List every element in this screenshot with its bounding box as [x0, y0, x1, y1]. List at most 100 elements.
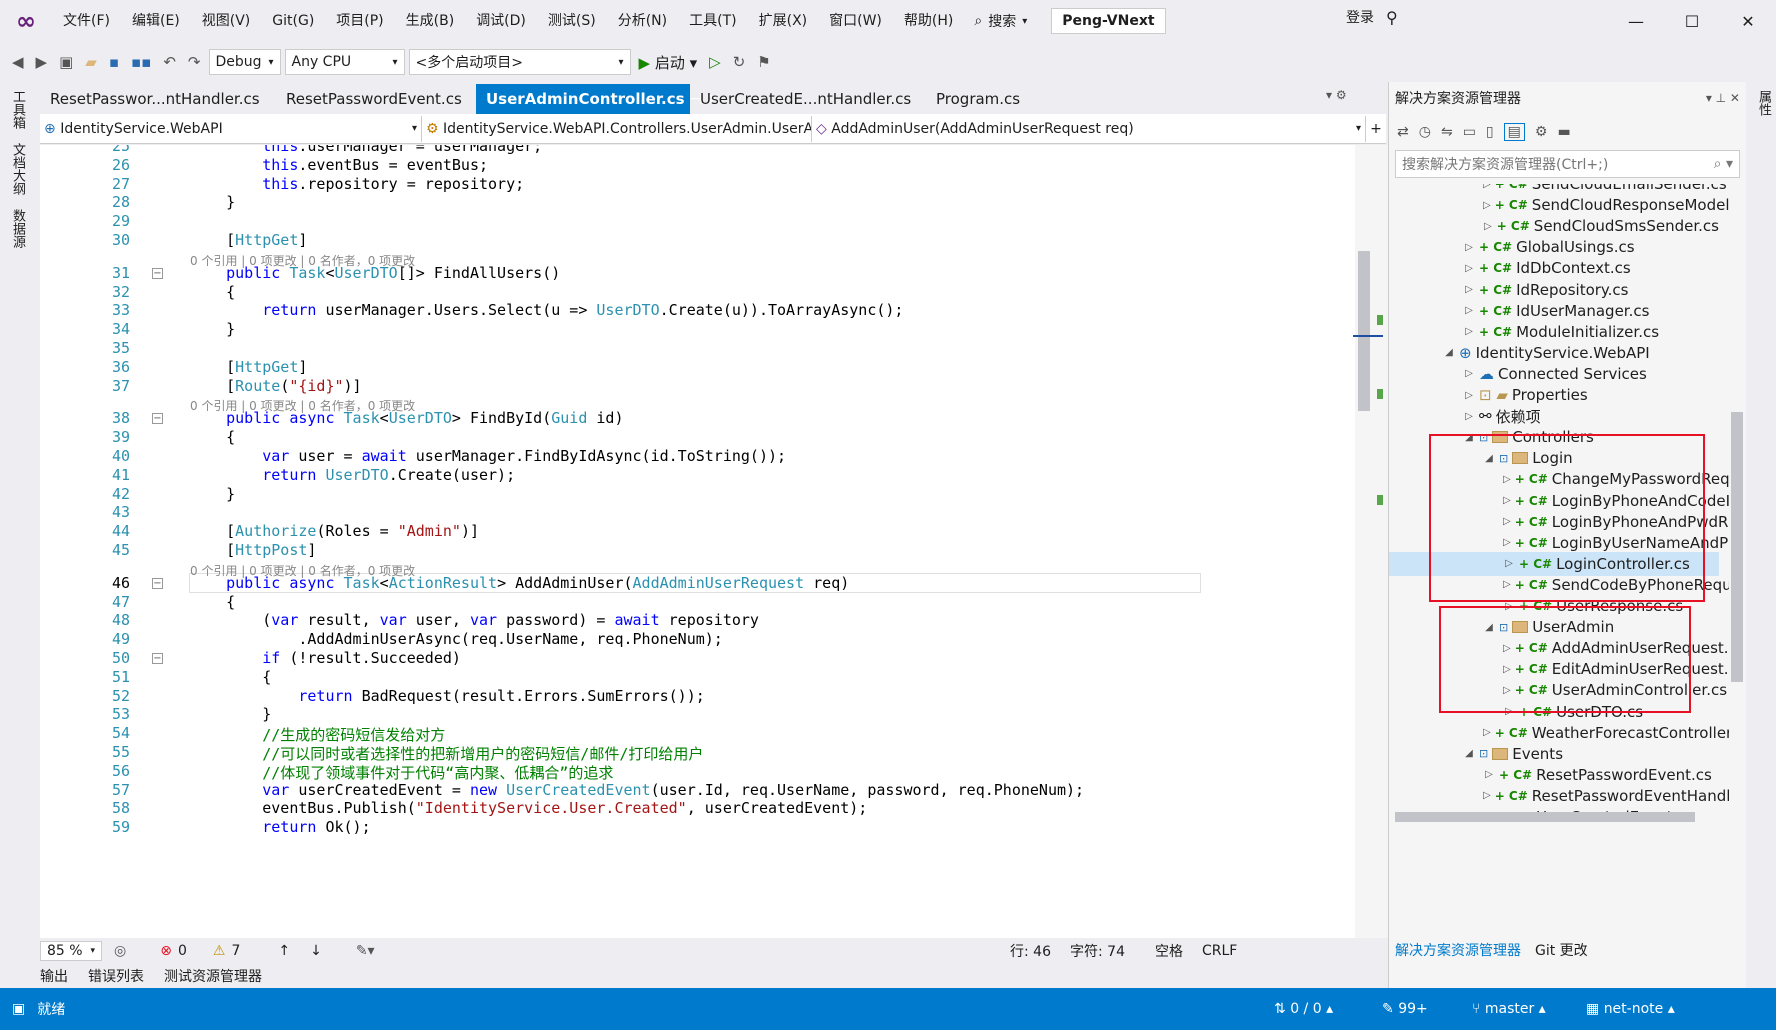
back-forward-icon[interactable]: ⇄: [1397, 124, 1409, 140]
menu-item[interactable]: 帮助(H): [893, 0, 964, 42]
code-line[interactable]: {: [190, 593, 235, 611]
document-tab[interactable]: UserAdminController.cs ⊣ ✕: [476, 84, 720, 114]
code-cleanup-icon[interactable]: ✎▾: [356, 943, 375, 959]
codelens-info[interactable]: 0 个引用 | 0 项更改 | 0 名作者，0 项更改: [190, 252, 415, 269]
error-icon[interactable]: ⊗: [160, 943, 172, 959]
tree-hscrollbar-thumb[interactable]: [1395, 812, 1695, 822]
document-tab[interactable]: UserCreatedE...ntHandler.cs: [690, 84, 926, 114]
expand-toggle-icon[interactable]: ▷: [1483, 200, 1491, 211]
project-dropdown[interactable]: ⊕ IdentityService.WebAPI ▾: [40, 115, 422, 142]
bottom-tool-tab[interactable]: 输出: [40, 966, 68, 986]
code-line[interactable]: [Authorize(Roles = "Admin")]: [190, 522, 479, 540]
expand-toggle-icon[interactable]: ▷: [1483, 790, 1491, 801]
document-tab[interactable]: ResetPasswordEvent.cs: [276, 84, 476, 114]
configuration-select[interactable]: Debug ▾: [208, 49, 281, 75]
code-line[interactable]: (var result, var user, var password) = a…: [190, 611, 759, 629]
code-line[interactable]: {: [190, 283, 235, 301]
menu-item[interactable]: 项目(P): [325, 0, 394, 42]
next-issue-icon[interactable]: ↓: [310, 943, 322, 959]
show-all-files-icon[interactable]: ▯: [1486, 124, 1494, 140]
forward-icon[interactable]: ▶: [32, 53, 52, 71]
code-line[interactable]: }: [190, 485, 235, 503]
fold-toggle-icon[interactable]: −: [152, 653, 163, 664]
code-line[interactable]: eventBus.Publish("IdentityService.User.C…: [190, 799, 867, 817]
pane-controls-icon[interactable]: ▾ ⊥ ✕: [1706, 91, 1740, 105]
startup-project-select[interactable]: <多个启动项目> ▾: [408, 49, 631, 75]
code-line[interactable]: this.userManager = userManager;: [190, 145, 542, 155]
login-link[interactable]: 登录: [1346, 0, 1374, 36]
code-line[interactable]: {: [190, 428, 235, 446]
expand-toggle-icon[interactable]: ▷: [1463, 305, 1475, 316]
expand-toggle-icon[interactable]: ▷: [1483, 727, 1491, 738]
search-button[interactable]: ⌕ 搜索 ▾: [964, 11, 1037, 31]
code-line[interactable]: .AddAdminUserAsync(req.UserName, req.Pho…: [190, 630, 722, 648]
left-tool-tab[interactable]: 数据源: [8, 209, 27, 248]
maximize-button[interactable]: ☐: [1664, 12, 1720, 31]
code-line[interactable]: [Route("{id}")]: [190, 377, 361, 395]
menu-item[interactable]: 生成(B): [395, 0, 466, 42]
code-line[interactable]: return UserDTO.Create(user);: [190, 466, 515, 484]
menu-item[interactable]: 调试(D): [465, 0, 537, 42]
menu-item[interactable]: 分析(N): [607, 0, 678, 42]
codelens-info[interactable]: 0 个引用 | 0 项更改 | 0 名作者，0 项更改: [190, 397, 415, 414]
redo-icon[interactable]: ↷: [184, 53, 205, 71]
new-item-icon[interactable]: ▣: [55, 53, 77, 71]
properties-tab[interactable]: 属性: [1754, 90, 1773, 116]
platform-select[interactable]: Any CPU ▾: [284, 49, 405, 75]
branch-status[interactable]: ⑂ master ▴: [1460, 1001, 1558, 1017]
menu-item[interactable]: 文件(F): [52, 0, 121, 42]
expand-toggle-icon[interactable]: ◢: [1463, 748, 1475, 759]
left-tool-tab[interactable]: 工具箱: [8, 90, 27, 129]
menu-item[interactable]: 工具(T): [678, 0, 747, 42]
previous-issue-icon[interactable]: ↑: [278, 943, 290, 959]
member-dropdown[interactable]: ◇ AddAdminUser(AddAdminUserRequest req) ▾: [812, 115, 1366, 142]
warning-icon[interactable]: ⚠: [213, 943, 226, 959]
code-line[interactable]: {: [190, 668, 271, 686]
expand-toggle-icon[interactable]: ◢: [1443, 347, 1455, 358]
code-line[interactable]: this.repository = repository;: [190, 175, 524, 193]
expand-toggle-icon[interactable]: ▷: [1463, 263, 1475, 274]
save-icon[interactable]: ▪: [105, 53, 123, 71]
menu-item[interactable]: 视图(V): [191, 0, 262, 42]
tab-overflow-icon[interactable]: ▾ ⚙: [1326, 88, 1347, 102]
split-editor-icon[interactable]: +: [1366, 121, 1386, 137]
code-line[interactable]: [HttpGet]: [190, 358, 307, 376]
tree-scrollbar-thumb[interactable]: [1731, 412, 1743, 682]
start-button[interactable]: ▶ 启动 ▾: [635, 52, 702, 73]
preview-icon[interactable]: ▬: [1557, 124, 1570, 140]
code-line[interactable]: }: [190, 193, 235, 211]
code-line[interactable]: if (!result.Succeeded): [190, 649, 461, 667]
expand-toggle-icon[interactable]: ▷: [1463, 284, 1475, 295]
codelens-info[interactable]: 0 个引用 | 0 项更改 | 0 名作者，0 项更改: [190, 562, 415, 579]
collapse-all-icon[interactable]: ▭: [1463, 124, 1476, 140]
code-line[interactable]: return userManager.Users.Select(u => Use…: [190, 301, 903, 319]
expand-toggle-icon[interactable]: ▷: [1463, 390, 1475, 401]
left-tool-tab[interactable]: 文档大纲: [8, 143, 27, 195]
menu-item[interactable]: 窗口(W): [818, 0, 893, 42]
undo-icon[interactable]: ↶: [159, 53, 180, 71]
expand-toggle-icon[interactable]: ▷: [1483, 221, 1493, 232]
account-icon[interactable]: ⚲: [1386, 8, 1398, 27]
open-folder-icon[interactable]: ▰: [81, 53, 101, 71]
editor-vertical-scrollbar[interactable]: [1355, 145, 1373, 938]
menu-item[interactable]: 编辑(E): [121, 0, 191, 42]
minimize-button[interactable]: —: [1608, 12, 1664, 31]
expand-toggle-icon[interactable]: ▷: [1463, 326, 1475, 337]
history-icon[interactable]: ◷: [1419, 124, 1431, 140]
menu-item[interactable]: 扩展(X): [748, 0, 819, 42]
close-button[interactable]: ✕: [1720, 12, 1776, 31]
repo-status[interactable]: ▦ net-note ▴: [1574, 1001, 1687, 1017]
back-icon[interactable]: ◀: [8, 53, 28, 71]
zoom-select[interactable]: 85 % ▾: [40, 941, 102, 961]
save-all-icon[interactable]: ▪▪: [127, 53, 155, 71]
hot-reload-icon[interactable]: ↻: [729, 53, 750, 71]
scrollbar-thumb[interactable]: [1358, 251, 1370, 411]
class-dropdown[interactable]: ⚙ IdentityService.WebAPI.Controllers.Use…: [422, 115, 812, 142]
fold-toggle-icon[interactable]: −: [152, 413, 163, 425]
pending-changes-icon[interactable]: ▤: [1503, 123, 1525, 141]
changes-status[interactable]: ✎ 99+: [1370, 1001, 1440, 1017]
code-editor[interactable]: 25 26 27 28 29 30 31 32 33 34 35 36 37 38 39 40 41 42 43 44…: [40, 145, 1355, 938]
code-line[interactable]: var userCreatedEvent = new UserCreatedEv…: [190, 781, 1084, 799]
expand-toggle-icon[interactable]: ▷: [1483, 769, 1495, 780]
fold-toggle-icon[interactable]: −: [152, 267, 163, 279]
